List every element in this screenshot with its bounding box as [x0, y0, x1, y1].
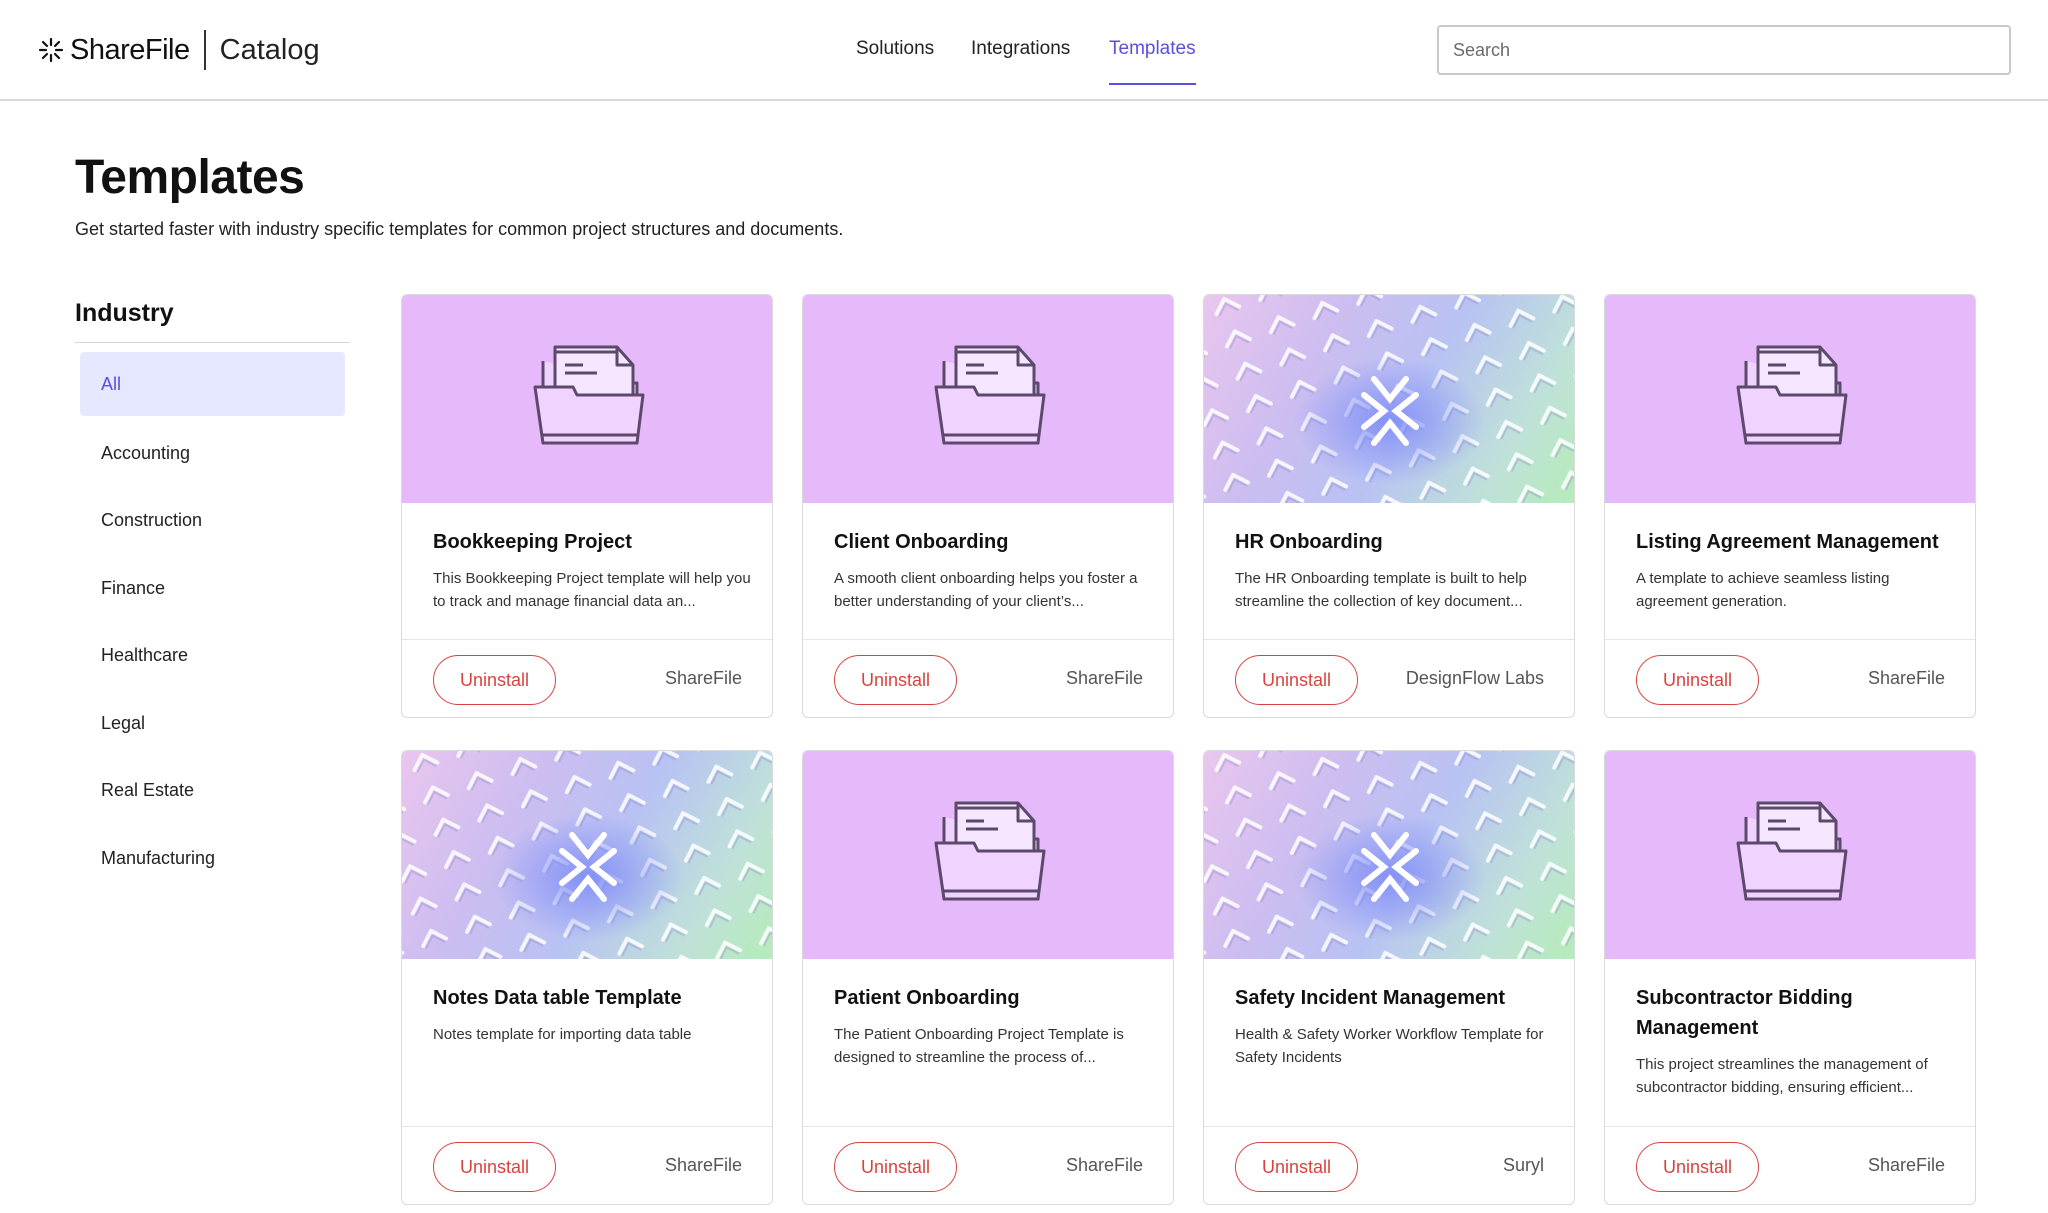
- template-card[interactable]: Patient Onboarding The Patient Onboardin…: [802, 750, 1174, 1205]
- sharefile-logo-icon: [38, 37, 64, 63]
- card-vendor: ShareFile: [1065, 668, 1143, 688]
- card-vendor: ShareFile: [1867, 668, 1945, 688]
- uninstall-button[interactable]: Uninstall: [1235, 1142, 1358, 1192]
- section-name: Catalog: [219, 33, 320, 66]
- uninstall-button[interactable]: Uninstall: [1636, 1142, 1759, 1192]
- card-vendor: ShareFile: [1867, 1155, 1945, 1175]
- industry-filter-list: All Accounting Construction Finance Heal…: [80, 352, 345, 892]
- card-image: [1605, 295, 1975, 503]
- card-description: The Patient Onboarding Project Template …: [834, 1026, 1124, 1066]
- card-image: [402, 751, 772, 959]
- template-card[interactable]: Listing Agreement Management A template …: [1604, 294, 1976, 718]
- card-title: Bookkeeping Project: [433, 531, 632, 553]
- logo-divider: [203, 30, 206, 70]
- card-description: The HR Onboarding template is built to h…: [1235, 570, 1527, 610]
- template-card[interactable]: Notes Data table Template Notes template…: [401, 750, 773, 1205]
- card-title: Notes Data table Template: [433, 987, 682, 1009]
- template-card[interactable]: Safety Incident Management Health & Safe…: [1203, 750, 1575, 1205]
- card-title: Listing Agreement Management: [1636, 531, 1939, 553]
- industry-item-finance[interactable]: Finance: [80, 555, 345, 623]
- card-image: [1605, 751, 1975, 959]
- card-divider: [803, 639, 1173, 640]
- folder-icon: [1736, 799, 1848, 907]
- card-divider: [402, 639, 772, 640]
- industry-item-real-estate[interactable]: Real Estate: [80, 757, 345, 825]
- card-divider: [402, 1126, 772, 1127]
- industry-item-all[interactable]: All: [80, 352, 345, 416]
- card-title: Patient Onboarding: [834, 987, 1020, 1009]
- nav-templates[interactable]: Templates: [1109, 38, 1196, 60]
- card-divider: [1204, 639, 1574, 640]
- uninstall-button[interactable]: Uninstall: [433, 655, 556, 705]
- card-vendor: Suryl: [1502, 1155, 1544, 1175]
- industry-item-construction[interactable]: Construction: [80, 487, 345, 555]
- uninstall-button[interactable]: Uninstall: [1636, 655, 1759, 705]
- uninstall-button[interactable]: Uninstall: [1235, 655, 1358, 705]
- folder-icon: [934, 343, 1046, 451]
- card-vendor: ShareFile: [1065, 1155, 1143, 1175]
- industry-item-healthcare[interactable]: Healthcare: [80, 622, 345, 690]
- arrows-pattern-image: [1204, 295, 1574, 503]
- nav-solutions[interactable]: Solutions: [856, 38, 934, 60]
- folder-icon: [1736, 343, 1848, 451]
- page-title: Templates: [75, 151, 305, 204]
- card-divider: [803, 1126, 1173, 1127]
- card-description: A template to achieve seamless listing a…: [1636, 570, 1890, 610]
- card-image: [1204, 295, 1574, 503]
- card-description: A smooth client onboarding helps you fos…: [834, 570, 1138, 610]
- top-header: ShareFile Catalog Solutions Integrations…: [0, 0, 2048, 101]
- card-image: [803, 295, 1173, 503]
- industry-item-legal[interactable]: Legal: [80, 690, 345, 758]
- card-image: [402, 295, 772, 503]
- card-divider: [1605, 639, 1975, 640]
- folder-icon: [934, 799, 1046, 907]
- uninstall-button[interactable]: Uninstall: [834, 655, 957, 705]
- template-card[interactable]: Bookkeeping Project This Bookkeeping Pro…: [401, 294, 773, 718]
- industry-item-accounting[interactable]: Accounting: [80, 420, 345, 488]
- uninstall-button[interactable]: Uninstall: [433, 1142, 556, 1192]
- card-image: [803, 751, 1173, 959]
- template-card[interactable]: Subcontractor Bidding Management This pr…: [1604, 750, 1976, 1205]
- card-title: Safety Incident Management: [1235, 987, 1506, 1009]
- arrows-pattern-image: [1204, 751, 1574, 959]
- card-description: Health & Safety Worker Workflow Template…: [1235, 1026, 1544, 1066]
- logo[interactable]: ShareFile Catalog: [38, 30, 320, 70]
- industry-divider: [75, 342, 350, 343]
- card-vendor: ShareFile: [664, 1155, 742, 1175]
- brand-name: ShareFile: [70, 33, 190, 66]
- search-input[interactable]: [1437, 25, 2011, 75]
- template-card[interactable]: Client Onboarding A smooth client onboar…: [802, 294, 1174, 718]
- card-description: This Bookkeeping Project template will h…: [433, 570, 751, 610]
- card-description: This project streamlines the management …: [1636, 1056, 1928, 1096]
- card-title: Client Onboarding: [834, 531, 1009, 553]
- card-divider: [1605, 1126, 1975, 1127]
- template-card[interactable]: HR Onboarding The HR Onboarding template…: [1203, 294, 1575, 718]
- nav-integrations[interactable]: Integrations: [971, 38, 1070, 60]
- arrows-pattern-image: [402, 751, 772, 959]
- card-title: HR Onboarding: [1235, 531, 1383, 553]
- card-title: Subcontractor Bidding Management: [1636, 987, 1853, 1039]
- industry-filter-title: Industry: [75, 299, 174, 327]
- industry-item-manufacturing[interactable]: Manufacturing: [80, 825, 345, 893]
- nav-active-indicator: [1109, 83, 1196, 85]
- card-description: Notes template for importing data table: [433, 1026, 692, 1043]
- card-vendor: ShareFile: [664, 668, 742, 688]
- card-vendor: DesignFlow Labs: [1405, 668, 1544, 688]
- card-image: [1204, 751, 1574, 959]
- card-divider: [1204, 1126, 1574, 1127]
- uninstall-button[interactable]: Uninstall: [834, 1142, 957, 1192]
- folder-icon: [533, 343, 645, 451]
- page-subtitle: Get started faster with industry specifi…: [75, 219, 844, 239]
